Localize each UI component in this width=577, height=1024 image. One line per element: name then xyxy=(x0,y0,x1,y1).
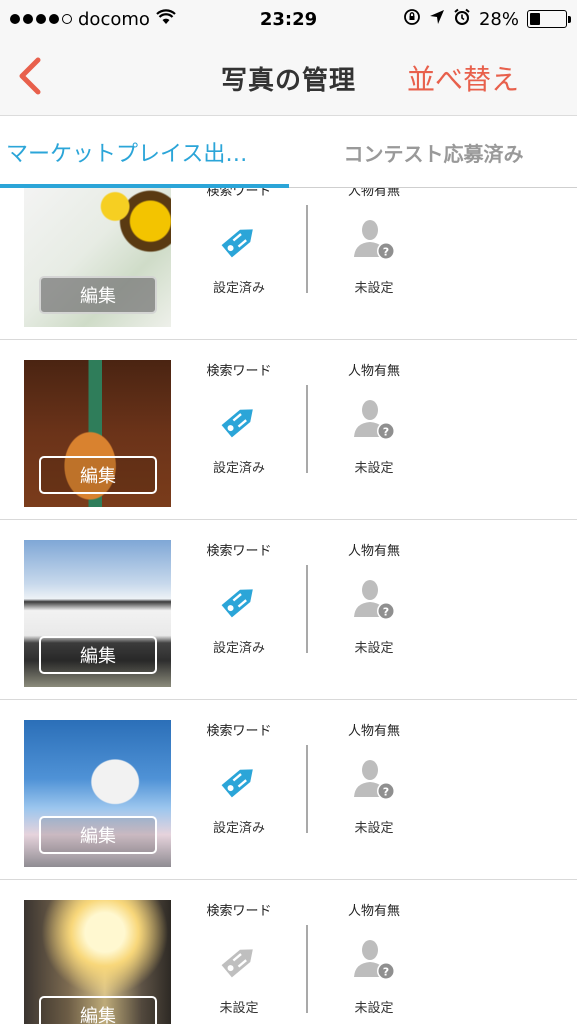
person-question-icon: ? xyxy=(314,571,434,631)
person-status: 未設定 xyxy=(354,461,394,476)
svg-text:?: ? xyxy=(383,606,389,619)
carrier-name: docomo xyxy=(78,8,150,30)
sort-button[interactable]: 並べ替え xyxy=(407,58,519,98)
person-column[interactable]: 人物有無 ? 未設定 xyxy=(314,540,434,690)
person-column[interactable]: 人物有無 ? 未設定 xyxy=(314,188,434,330)
person-question-icon: ? xyxy=(314,931,434,991)
keyword-label: 検索ワード xyxy=(206,544,272,559)
keyword-status: 設定済み xyxy=(212,641,265,656)
person-label: 人物有無 xyxy=(347,724,400,739)
keyword-column[interactable]: 検索ワード 設定済み xyxy=(179,720,299,870)
svg-text:?: ? xyxy=(383,426,389,439)
person-question-icon: ? xyxy=(314,211,434,271)
photo-thumbnail[interactable]: 編集 xyxy=(24,188,171,327)
battery-percent: 28% xyxy=(478,8,519,30)
svg-text:?: ? xyxy=(383,966,389,979)
status-bar: docomo 23:29 28% xyxy=(0,0,577,38)
photo-thumbnail[interactable]: 編集 xyxy=(24,720,171,867)
photo-thumbnail[interactable]: 編集 xyxy=(24,900,171,1024)
person-status: 未設定 xyxy=(354,1001,394,1016)
edit-button[interactable]: 編集 xyxy=(39,276,157,314)
tab-contest[interactable]: コンテスト応募済み xyxy=(290,116,577,188)
person-status: 未設定 xyxy=(354,821,394,836)
tag-icon xyxy=(179,571,299,631)
navigation-bar: 写真の管理 並べ替え xyxy=(0,38,577,116)
photo-list[interactable]: 編集 検索ワード 設定済み 人物有無 ? 未設定 編集 検索ワード 設定済み 人… xyxy=(0,188,577,1024)
edit-button[interactable]: 編集 xyxy=(39,816,157,854)
keyword-column[interactable]: 検索ワード 設定済み xyxy=(179,188,299,330)
keyword-label: 検索ワード xyxy=(206,364,272,379)
tag-icon xyxy=(179,931,299,991)
tag-icon xyxy=(179,751,299,811)
keyword-label: 検索ワード xyxy=(206,188,272,199)
photo-row: 編集 検索ワード 設定済み 人物有無 ? 未設定 xyxy=(0,188,577,340)
photo-row: 編集 検索ワード 設定済み 人物有無 ? 未設定 xyxy=(0,340,577,520)
signal-icon xyxy=(10,14,72,24)
tab-bar: マーケットプレイス出… コンテスト応募済み xyxy=(0,116,577,188)
photo-thumbnail[interactable]: 編集 xyxy=(24,540,171,687)
wifi-icon xyxy=(156,8,176,30)
keyword-column[interactable]: 検索ワード 未設定 xyxy=(179,900,299,1024)
keyword-label: 検索ワード xyxy=(206,904,272,919)
person-question-icon: ? xyxy=(314,751,434,811)
edit-button[interactable]: 編集 xyxy=(39,636,157,674)
edit-button[interactable]: 編集 xyxy=(39,996,157,1024)
person-question-icon: ? xyxy=(314,391,434,451)
photo-list-inner: 編集 検索ワード 設定済み 人物有無 ? 未設定 編集 検索ワード 設定済み 人… xyxy=(0,188,577,1024)
keyword-column[interactable]: 検索ワード 設定済み xyxy=(179,540,299,690)
column-divider xyxy=(306,745,308,833)
person-label: 人物有無 xyxy=(347,544,400,559)
tag-icon xyxy=(179,211,299,271)
column-divider xyxy=(306,385,308,473)
person-label: 人物有無 xyxy=(347,904,400,919)
person-label: 人物有無 xyxy=(347,364,400,379)
column-divider xyxy=(306,925,308,1013)
battery-level xyxy=(530,13,540,25)
photo-row: 編集 検索ワード 設定済み 人物有無 ? 未設定 xyxy=(0,520,577,700)
keyword-status: 設定済み xyxy=(212,461,265,476)
person-status: 未設定 xyxy=(354,281,394,296)
alarm-icon xyxy=(453,8,471,31)
photo-thumbnail[interactable]: 編集 xyxy=(24,360,171,507)
svg-text:?: ? xyxy=(383,246,389,259)
rotation-lock-icon xyxy=(403,8,421,31)
carrier-area: docomo xyxy=(10,9,176,30)
keyword-status: 設定済み xyxy=(212,821,265,836)
location-arrow-icon xyxy=(429,9,445,30)
keyword-status: 未設定 xyxy=(219,1001,259,1016)
battery-icon xyxy=(527,10,571,28)
keyword-status: 設定済み xyxy=(212,281,265,296)
photo-row: 編集 検索ワード 設定済み 人物有無 ? 未設定 xyxy=(0,700,577,880)
person-column[interactable]: 人物有無 ? 未設定 xyxy=(314,360,434,510)
person-column[interactable]: 人物有無 ? 未設定 xyxy=(314,720,434,870)
person-status: 未設定 xyxy=(354,641,394,656)
keyword-column[interactable]: 検索ワード 設定済み xyxy=(179,360,299,510)
photo-row: 編集 検索ワード 未設定 人物有無 ? 未設定 xyxy=(0,880,577,1024)
tab-marketplace[interactable]: マーケットプレイス出… xyxy=(0,116,290,188)
person-label: 人物有無 xyxy=(347,188,400,199)
status-right: 28% xyxy=(403,8,571,31)
svg-text:?: ? xyxy=(383,786,389,799)
tag-icon xyxy=(179,391,299,451)
column-divider xyxy=(306,565,308,653)
person-column[interactable]: 人物有無 ? 未設定 xyxy=(314,900,434,1024)
column-divider xyxy=(306,205,308,293)
keyword-label: 検索ワード xyxy=(206,724,272,739)
edit-button[interactable]: 編集 xyxy=(39,456,157,494)
